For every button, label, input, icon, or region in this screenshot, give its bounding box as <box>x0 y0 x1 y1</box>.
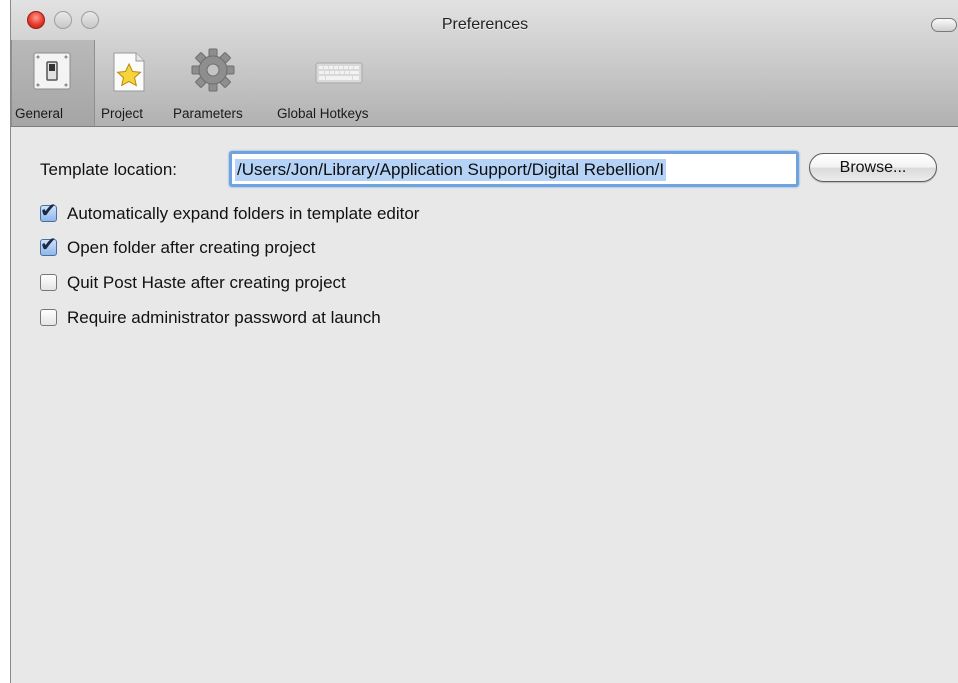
open-folder-label: Open folder after creating project <box>67 238 316 257</box>
light-switch-icon <box>33 52 71 95</box>
auto-expand-folders-checkbox[interactable]: ✔ <box>40 200 57 222</box>
title-toolbar-area: Preferences General Project Parameters G… <box>11 0 958 127</box>
star-document-icon <box>112 52 146 97</box>
checkmark-icon: ✔ <box>40 200 57 222</box>
template-location-value: /Users/Jon/Library/Application Support/D… <box>235 159 667 181</box>
tab-general[interactable]: General <box>11 40 95 126</box>
require-admin-password-label: Require administrator password at launch <box>67 308 381 327</box>
browse-button[interactable]: Browse... <box>809 153 937 182</box>
checkmark-icon: ✔ <box>40 234 57 256</box>
tab-general-label: General <box>15 106 64 121</box>
tab-global-hotkeys-label: Global Hotkeys <box>277 106 369 121</box>
toolbar-toggle-button[interactable] <box>931 18 957 32</box>
tab-parameters-label: Parameters <box>173 106 243 121</box>
keyboard-icon <box>315 62 363 89</box>
window-title: Preferences <box>441 16 529 33</box>
general-pane: Template location: /Users/Jon/Library/Ap… <box>11 127 958 683</box>
tab-project[interactable]: Project <box>96 40 160 126</box>
template-location-label: Template location: <box>40 160 178 179</box>
tab-project-label: Project <box>101 106 144 121</box>
preferences-window: Preferences General Project Parameters G… <box>10 0 958 683</box>
tab-parameters[interactable]: Parameters <box>161 40 261 126</box>
require-admin-password-checkbox[interactable] <box>40 309 57 326</box>
quit-post-haste-checkbox[interactable] <box>40 274 57 291</box>
gear-icon <box>191 48 235 97</box>
template-location-input[interactable]: /Users/Jon/Library/Application Support/D… <box>229 151 799 187</box>
quit-post-haste-label: Quit Post Haste after creating project <box>67 273 346 292</box>
tab-global-hotkeys[interactable]: Global Hotkeys <box>273 40 403 126</box>
auto-expand-folders-label: Automatically expand folders in template… <box>67 204 420 223</box>
open-folder-checkbox[interactable]: ✔ <box>40 234 57 256</box>
